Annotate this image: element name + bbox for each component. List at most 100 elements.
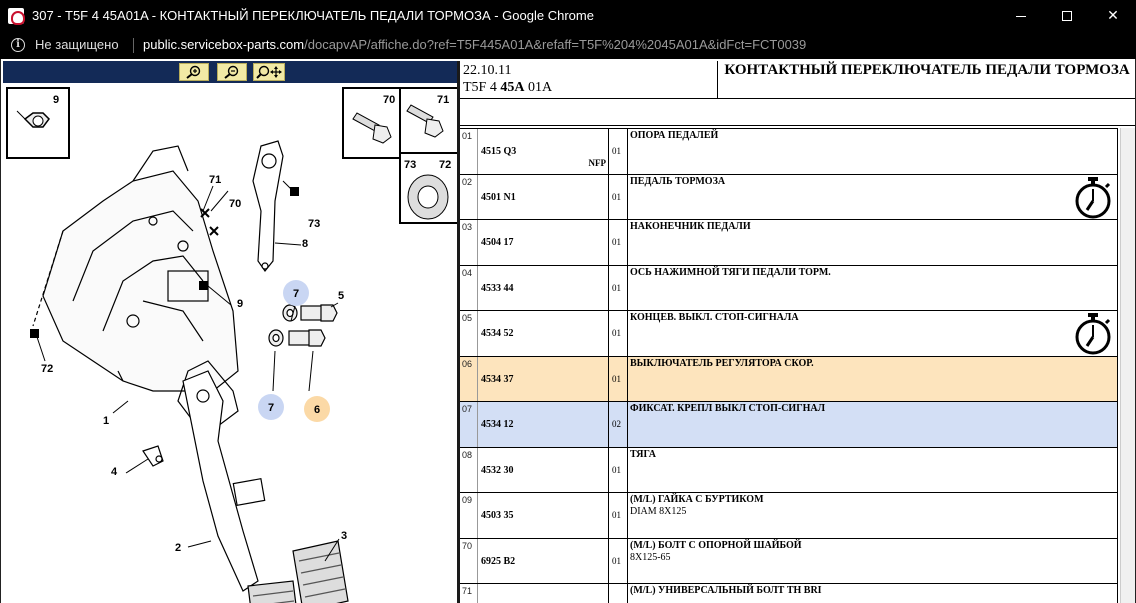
callout-label: 9 bbox=[237, 298, 243, 310]
table-row[interactable]: 71 (M/L) УНИВЕРСАЛЬНЫЙ БОЛТ TH BRI bbox=[460, 583, 1118, 603]
header-spacer bbox=[460, 99, 1135, 126]
zoom-in-button[interactable] bbox=[179, 63, 209, 81]
part-reference[interactable]: 4503 35 bbox=[481, 510, 514, 521]
quantity-cell: 01 bbox=[609, 357, 628, 402]
row-index: 70 bbox=[460, 539, 478, 584]
table-row[interactable]: 05 4534 52 01 КОНЦЕВ. ВЫКЛ. СТОП-СИГНАЛА bbox=[460, 310, 1118, 356]
part-reference[interactable]: 4532 30 bbox=[481, 465, 514, 476]
row-index: 03 bbox=[460, 220, 478, 265]
description-cell: (M/L) ГАЙКА С БУРТИКОМ DIAM 8X125 bbox=[628, 493, 1118, 538]
inset-nut-9[interactable]: 9 bbox=[6, 87, 70, 159]
header-code: T5F 4 45A 01A bbox=[463, 80, 552, 96]
security-status[interactable]: Не защищено bbox=[35, 37, 119, 52]
zoom-pan-button[interactable] bbox=[253, 63, 285, 81]
close-button[interactable]: ✕ bbox=[1090, 0, 1136, 32]
info-icon[interactable]: i bbox=[11, 38, 25, 52]
table-row[interactable]: 04 4533 44 01 ОСЬ НАЖИМНОЙ ТЯГИ ПЕДАЛИ ТОРМ… bbox=[460, 265, 1118, 311]
description-cell: (M/L) БОЛТ С ОПОРНОЙ ШАЙБОЙ 8X125-65 bbox=[628, 539, 1118, 584]
table-row[interactable]: 07 4534 12 02 ФИКСАТ. КРЕПЛ ВЫКЛ СТОП-СИГНА… bbox=[460, 401, 1118, 447]
callout-label: 8 bbox=[302, 238, 308, 250]
url-field[interactable]: public.servicebox-parts.com/docapvAP/aff… bbox=[143, 37, 806, 52]
quantity-cell bbox=[609, 584, 628, 603]
switch-parts-5-6-7[interactable] bbox=[268, 304, 338, 347]
callout-label: 1 bbox=[103, 415, 109, 427]
part-reference[interactable]: 4534 37 bbox=[481, 374, 514, 385]
url-host: public.servicebox-parts.com bbox=[143, 37, 305, 52]
table-row[interactable]: 70 6925 B2 01 (M/L) БОЛТ С ОПОРНОЙ ШАЙБОЙ 8X… bbox=[460, 538, 1118, 584]
part-spec: DIAM 8X125 bbox=[630, 506, 687, 517]
row-index: 71 bbox=[460, 584, 478, 603]
header-date: 22.10.11 bbox=[463, 63, 512, 78]
table-row[interactable]: 08 4532 30 01 ТЯГА bbox=[460, 447, 1118, 493]
window-titlebar: 307 - T5F 4 45A01A - КОНТАКТНЫЙ ПЕРЕКЛЮЧ… bbox=[0, 0, 1136, 32]
part-reference[interactable]: 4533 44 bbox=[481, 283, 514, 294]
table-row[interactable]: 03 4504 17 01 НАКОНЕЧНИК ПЕДАЛИ bbox=[460, 219, 1118, 265]
parts-scrollbar[interactable] bbox=[1120, 128, 1135, 603]
part-reference[interactable]: 6925 B2 bbox=[481, 556, 515, 567]
code-bold: 45A bbox=[500, 80, 525, 95]
parts-header: 22.10.11 T5F 4 45A 01A КОНТАКТНЫЙ ПЕРЕКЛ… bbox=[460, 61, 1135, 99]
part-description: ФИКСАТ. КРЕПЛ ВЫКЛ СТОП-СИГНАЛ bbox=[630, 403, 826, 414]
zoom-pan-icon bbox=[256, 65, 282, 79]
reference-cell: 4532 30 bbox=[478, 448, 609, 493]
part-reference[interactable]: 4515 Q3 bbox=[481, 146, 516, 157]
inset-bolts-70-71[interactable]: 70 71 73 72 bbox=[342, 87, 457, 224]
maximize-icon bbox=[1062, 11, 1072, 21]
callout-label: 7 bbox=[293, 288, 299, 300]
description-cell: ТЯГА bbox=[628, 448, 1118, 493]
row-index: 06 bbox=[460, 357, 478, 402]
part-reference[interactable]: 4534 12 bbox=[481, 419, 514, 430]
callout-label: 72 bbox=[41, 363, 53, 375]
table-row[interactable]: 01 4515 Q3 NFP 01 ОПОРА ПЕДАЛЕЙ bbox=[460, 128, 1118, 174]
quantity-cell: 01 bbox=[609, 493, 628, 538]
page-title: КОНТАКТНЫЙ ПЕРЕКЛЮЧАТЕЛЬ ПЕДАЛИ ТОРМОЗА bbox=[724, 62, 1130, 78]
page-content: 9 70 71 73 72 71 70 73 8 9 7 5 72 7 6 1 … bbox=[0, 59, 1136, 603]
table-row[interactable]: 06 4534 37 01 ВЫКЛЮЧАТЕЛЬ РЕГУЛЯТОРА СКОР. bbox=[460, 356, 1118, 402]
part-description: (M/L) БОЛТ С ОПОРНОЙ ШАЙБОЙ bbox=[630, 540, 802, 551]
reference-cell: 6925 B2 bbox=[478, 539, 609, 584]
callout-label: 71 bbox=[209, 174, 221, 186]
quantity-cell: 01 bbox=[609, 220, 628, 265]
quantity-cell: 02 bbox=[609, 402, 628, 447]
quantity-cell: 01 bbox=[609, 266, 628, 311]
address-bar: i Не защищено public.servicebox-parts.co… bbox=[0, 32, 1136, 59]
description-cell: КОНЦЕВ. ВЫКЛ. СТОП-СИГНАЛА bbox=[628, 311, 1118, 356]
part-reference[interactable]: 4501 N1 bbox=[481, 192, 516, 203]
table-row[interactable]: 02 4501 N1 01 ПЕДАЛЬ ТОРМОЗА bbox=[460, 174, 1118, 220]
part-quantity: 01 bbox=[612, 146, 621, 156]
description-cell: ФИКСАТ. КРЕПЛ ВЫКЛ СТОП-СИГНАЛ bbox=[628, 402, 1118, 447]
part-quantity: 01 bbox=[612, 283, 621, 293]
minimize-button[interactable] bbox=[998, 0, 1044, 32]
callout-label: 70 bbox=[229, 198, 241, 210]
diagram-pane: 9 70 71 73 72 71 70 73 8 9 7 5 72 7 6 1 … bbox=[3, 61, 457, 603]
row-index: 07 bbox=[460, 402, 478, 447]
maximize-button[interactable] bbox=[1044, 0, 1090, 32]
clip-part-4[interactable] bbox=[142, 445, 164, 467]
part-quantity: 01 bbox=[612, 192, 621, 202]
quantity-cell: 01 bbox=[609, 175, 628, 220]
pedal-pad-part-3[interactable] bbox=[292, 540, 349, 603]
stopwatch-icon[interactable] bbox=[1073, 176, 1113, 220]
part-description: ТЯГА bbox=[630, 449, 657, 460]
description-cell: ОПОРА ПЕДАЛЕЙ bbox=[628, 129, 1118, 174]
zoom-in-icon bbox=[186, 65, 201, 79]
bracket-part-8[interactable] bbox=[252, 140, 284, 273]
reference-cell: 4534 37 bbox=[478, 357, 609, 402]
part-description: (M/L) ГАЙКА С БУРТИКОМ bbox=[630, 494, 764, 505]
callout-label: 73 bbox=[308, 218, 320, 230]
part-quantity: 01 bbox=[612, 374, 621, 384]
part-reference[interactable]: 4504 17 bbox=[481, 237, 514, 248]
description-cell: ОСЬ НАЖИМНОЙ ТЯГИ ПЕДАЛИ ТОРМ. bbox=[628, 266, 1118, 311]
part-description: КОНЦЕВ. ВЫКЛ. СТОП-СИГНАЛА bbox=[630, 312, 799, 323]
part-reference[interactable]: 4534 52 bbox=[481, 328, 514, 339]
callout-label: 6 bbox=[314, 404, 320, 416]
part-description: ОПОРА ПЕДАЛЕЙ bbox=[630, 130, 719, 141]
table-row[interactable]: 09 4503 35 01 (M/L) ГАЙКА С БУРТИКОМ DIAM 8X… bbox=[460, 492, 1118, 538]
site-favicon-icon bbox=[8, 8, 25, 25]
callout-label: 7 bbox=[268, 402, 274, 414]
description-cell: ПЕДАЛЬ ТОРМОЗА bbox=[628, 175, 1118, 220]
row-index: 04 bbox=[460, 266, 478, 311]
callout-label: 4 bbox=[111, 466, 118, 478]
zoom-out-button[interactable] bbox=[217, 63, 247, 81]
stopwatch-icon[interactable] bbox=[1073, 312, 1113, 356]
